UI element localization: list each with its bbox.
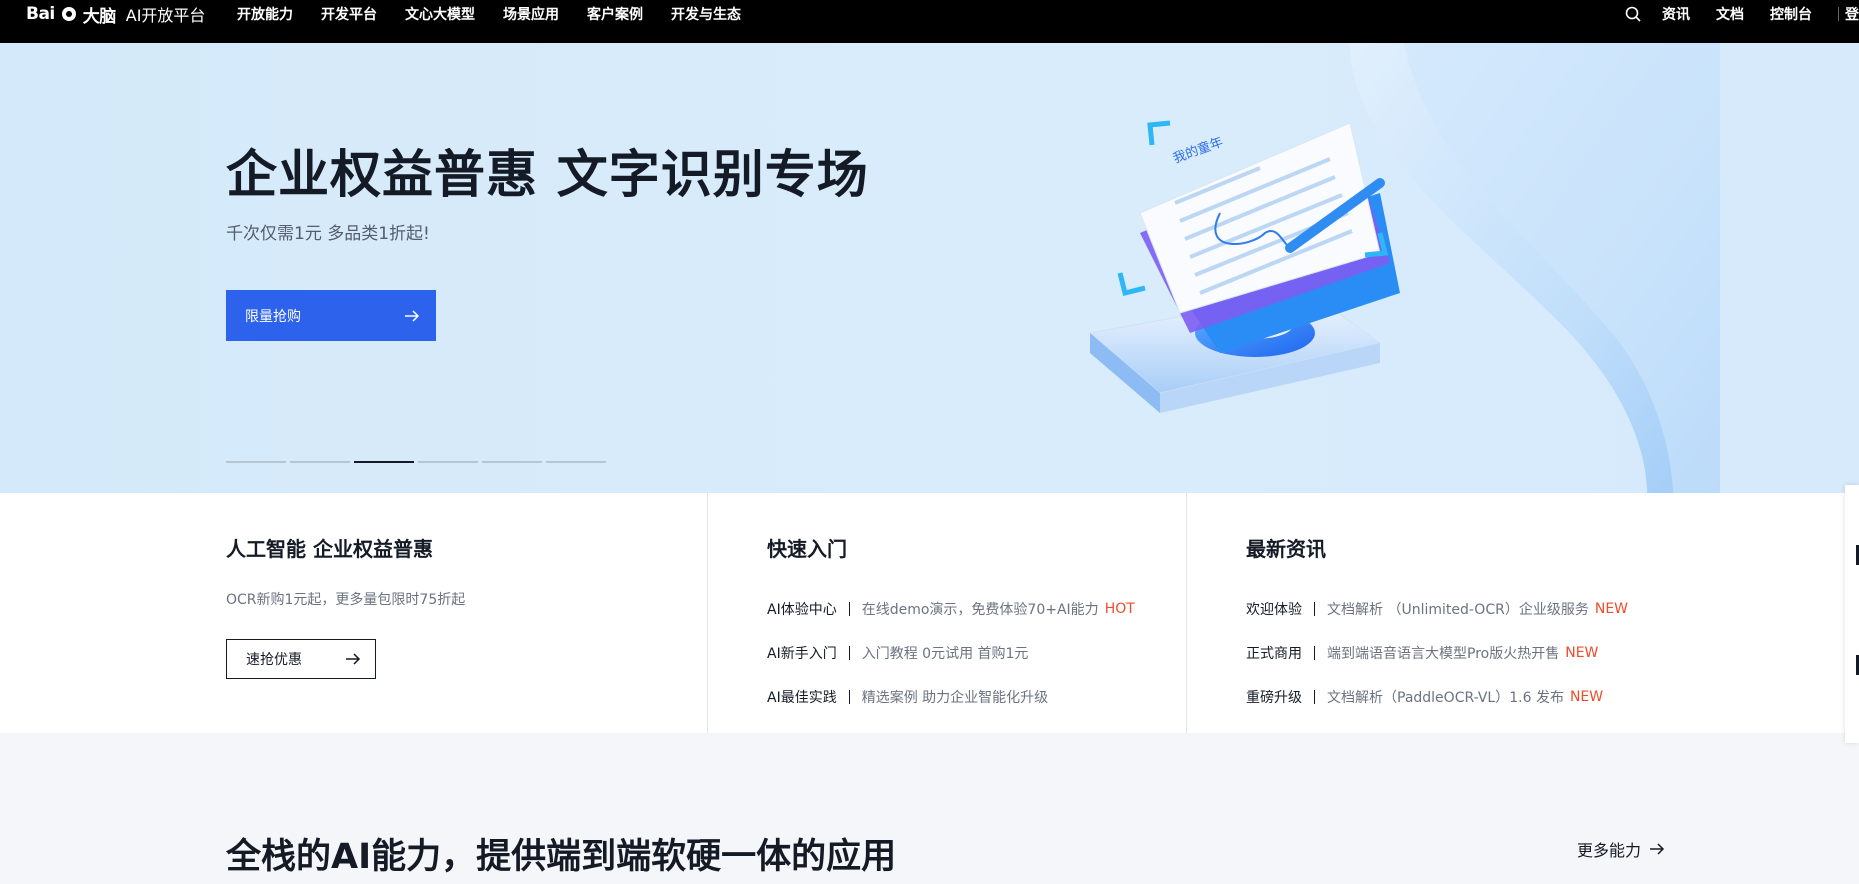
new-badge: NEW bbox=[1594, 601, 1629, 617]
floating-side-widget[interactable] bbox=[1845, 485, 1859, 743]
logo-mark: Bai bbox=[26, 4, 55, 24]
news-title: 最新资讯 bbox=[1246, 537, 1326, 561]
item-value: 入门教程 0元试用 首购1元 bbox=[861, 646, 1029, 662]
hero-title: 企业权益普惠 文字识别专场 bbox=[226, 146, 869, 205]
nav-item-ecosystem[interactable]: 开发与生态 bbox=[671, 4, 741, 24]
news-item[interactable]: 欢迎体验 文档解析 （Unlimited-OCR）企业级服务 NEW bbox=[1246, 587, 1628, 631]
more-capabilities-label: 更多能力 bbox=[1577, 841, 1642, 860]
new-badge: NEW bbox=[1569, 689, 1604, 705]
quickstart-card: 快速入门 AI体验中心 在线demo演示，免费体验70+AI能力 HOT AI新手… bbox=[708, 493, 1187, 733]
divider bbox=[1314, 602, 1315, 616]
hot-badge: HOT bbox=[1104, 601, 1135, 617]
capabilities-section: 全栈的AI能力，提供端到端软硬一体的应用 更多能力 bbox=[0, 733, 1859, 884]
arrow-right-icon bbox=[346, 653, 361, 665]
arrow-right-icon bbox=[1650, 843, 1665, 855]
top-right-links: 资讯 文档 控制台 登 bbox=[1624, 0, 1859, 28]
carousel-dot[interactable] bbox=[546, 461, 606, 463]
nav-item-open-capabilities[interactable]: 开放能力 bbox=[237, 4, 293, 24]
section-title: 全栈的AI能力，提供端到端软硬一体的应用 bbox=[226, 837, 897, 877]
divider bbox=[1314, 690, 1315, 704]
logo-subtitle: AI开放平台 bbox=[125, 6, 206, 25]
item-key: 正式商用 bbox=[1246, 646, 1302, 662]
new-badge: NEW bbox=[1565, 645, 1599, 661]
nav-item-cases[interactable]: 客户案例 bbox=[587, 4, 643, 24]
login-link[interactable]: 登 bbox=[1845, 4, 1859, 24]
news-item[interactable]: 正式商用 端到端语音语言大模型Pro版火热开售 NEW bbox=[1246, 631, 1628, 675]
quickstart-item[interactable]: AI新手入门 入门教程 0元试用 首购1元 bbox=[767, 631, 1135, 675]
main-nav: 开放能力 开发平台 文心大模型 场景应用 客户案例 开发与生态 bbox=[237, 0, 769, 28]
item-key: AI体验中心 bbox=[767, 602, 837, 618]
promo-card-title: 人工智能 企业权益普惠 bbox=[226, 537, 433, 561]
nav-item-scenarios[interactable]: 场景应用 bbox=[503, 4, 559, 24]
more-capabilities-link[interactable]: 更多能力 bbox=[1577, 837, 1665, 861]
divider bbox=[1838, 7, 1839, 21]
quickstart-item[interactable]: AI体验中心 在线demo演示，免费体验70+AI能力 HOT bbox=[767, 587, 1135, 631]
carousel-indicators bbox=[226, 461, 606, 463]
carousel-dot[interactable] bbox=[290, 461, 350, 463]
item-value: 精选案例 助力企业智能化升级 bbox=[861, 690, 1049, 706]
nav-item-dev-platform[interactable]: 开发平台 bbox=[321, 4, 377, 24]
carousel-dot[interactable] bbox=[418, 461, 478, 463]
document-ocr-illustration: 我的童年 bbox=[1088, 120, 1400, 413]
arrow-right-icon bbox=[405, 309, 420, 322]
nav-link-docs[interactable]: 文档 bbox=[1716, 4, 1744, 24]
item-value: 在线demo演示，免费体验70+AI能力 bbox=[861, 602, 1099, 618]
news-list: 欢迎体验 文档解析 （Unlimited-OCR）企业级服务 NEW 正式商用 端… bbox=[1246, 587, 1628, 719]
nav-link-console[interactable]: 控制台 bbox=[1770, 4, 1812, 24]
item-value: 文档解析 （Unlimited-OCR）企业级服务 bbox=[1327, 602, 1589, 618]
quickstart-title: 快速入门 bbox=[767, 537, 847, 561]
hero-buy-label: 限量抢购 bbox=[245, 308, 301, 325]
divider bbox=[848, 646, 850, 660]
promo-card: 人工智能 企业权益普惠 OCR新购1元起，更多量包限时75折起 速抢优惠 bbox=[0, 493, 708, 733]
carousel-dot-active[interactable] bbox=[354, 461, 414, 463]
promo-card-desc: OCR新购1元起，更多量包限时75折起 bbox=[226, 592, 466, 608]
hero-buy-button[interactable]: 限量抢购 bbox=[226, 290, 436, 341]
nav-link-news[interactable]: 资讯 bbox=[1662, 4, 1690, 24]
hero-banner: 企业权益普惠 文字识别专场 千次仅需1元 多品类1折起! 限量抢购 我的童年 bbox=[0, 43, 1859, 493]
baidu-ai-logo[interactable]: Bai 大脑 AI开放平台 bbox=[26, 0, 205, 28]
carousel-dot[interactable] bbox=[226, 461, 286, 463]
hero-subtitle: 千次仅需1元 多品类1折起! bbox=[226, 224, 430, 244]
item-key: AI最佳实践 bbox=[767, 690, 837, 706]
item-key: 欢迎体验 bbox=[1246, 602, 1302, 618]
nav-item-wenxin[interactable]: 文心大模型 bbox=[405, 4, 475, 24]
divider bbox=[848, 602, 850, 616]
carousel-dot[interactable] bbox=[482, 461, 542, 463]
logo-cn: 大脑 bbox=[82, 6, 117, 27]
grab-discount-label: 速抢优惠 bbox=[246, 652, 302, 668]
item-key: AI新手入门 bbox=[767, 646, 837, 662]
info-cards: 人工智能 企业权益普惠 OCR新购1元起，更多量包限时75折起 速抢优惠 快速入… bbox=[0, 493, 1859, 733]
item-value: 文档解析（PaddleOCR-VL）1.6 发布 bbox=[1327, 690, 1564, 706]
illustration-handwriting: 我的童年 bbox=[1171, 134, 1225, 167]
top-navbar: Bai 大脑 AI开放平台 开放能力 开发平台 文心大模型 场景应用 客户案例 … bbox=[0, 0, 1859, 43]
grab-discount-button[interactable]: 速抢优惠 bbox=[226, 639, 376, 679]
quickstart-item[interactable]: AI最佳实践 精选案例 助力企业智能化升级 bbox=[767, 675, 1135, 719]
divider bbox=[1314, 646, 1315, 660]
quickstart-list: AI体验中心 在线demo演示，免费体验70+AI能力 HOT AI新手入门 入门… bbox=[767, 587, 1135, 719]
baidu-paw-icon bbox=[61, 7, 76, 21]
search-icon[interactable] bbox=[1624, 5, 1642, 23]
item-key: 重磅升级 bbox=[1246, 690, 1302, 706]
news-card: 最新资讯 欢迎体验 文档解析 （Unlimited-OCR）企业级服务 NEW 正… bbox=[1187, 493, 1859, 733]
news-item[interactable]: 重磅升级 文档解析（PaddleOCR-VL）1.6 发布 NEW bbox=[1246, 675, 1628, 719]
item-value: 端到端语音语言大模型Pro版火热开售 bbox=[1327, 646, 1560, 662]
divider bbox=[848, 690, 850, 704]
